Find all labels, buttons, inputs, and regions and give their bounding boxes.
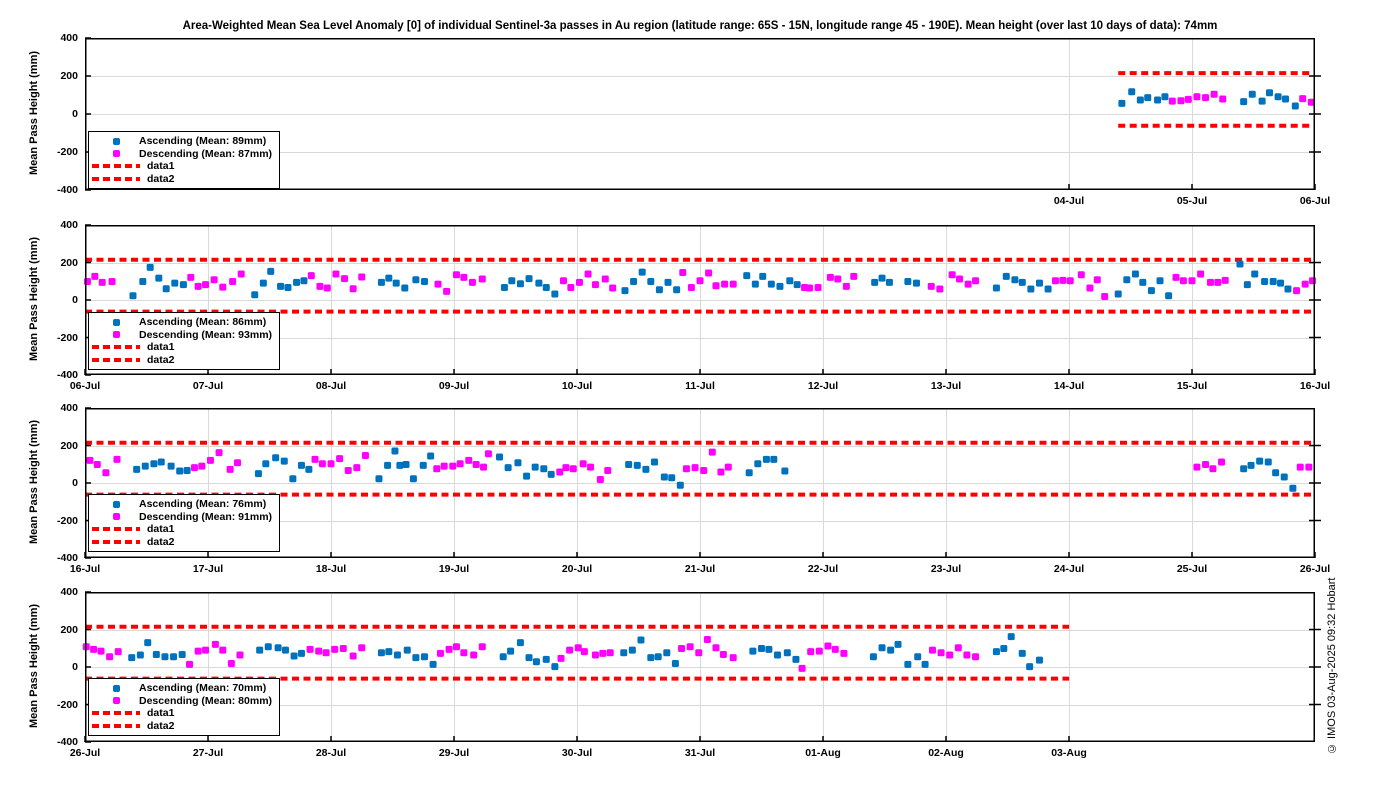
legend-row-descending: Descending (Mean: 80mm)	[89, 695, 279, 708]
x-tick-label: 18-Jul	[315, 563, 347, 575]
x-tick-label: 05-Jul	[1176, 195, 1208, 207]
ascending-marker-swatch	[113, 684, 120, 692]
legend-data2-label: data2	[147, 172, 175, 185]
chart-title: Area-Weighted Mean Sea Level Anomaly [0]…	[182, 20, 1218, 32]
x-tick-label: 30-Jul	[561, 747, 593, 759]
x-tick-label: 13-Jul	[930, 380, 962, 392]
x-tick-label: 01-Aug	[805, 747, 841, 759]
legend-ascending-label: Ascending (Mean: 70mm)	[139, 682, 267, 695]
x-tick-label: 04-Jul	[1053, 195, 1085, 207]
legend-row-data2: data2	[89, 536, 279, 549]
sea-level-anomaly-figure: Area-Weighted Mean Sea Level Anomaly [0]…	[0, 0, 1400, 800]
descending-marker-swatch	[113, 331, 120, 339]
legend-row-data1: data1	[89, 341, 279, 354]
legend-row-data2: data2	[89, 720, 279, 733]
legend-data1-label: data1	[147, 341, 175, 354]
legend-data2-label: data2	[147, 535, 175, 548]
legend-row-data1: data1	[89, 523, 279, 536]
descending-marker-swatch	[113, 150, 120, 158]
x-tick-label: 08-Jul	[315, 380, 347, 392]
x-tick-label: 03-Aug	[1051, 747, 1087, 759]
x-tick-label: 14-Jul	[1053, 380, 1085, 392]
ascending-points	[129, 260, 1292, 300]
x-tick-label: 12-Jul	[807, 380, 839, 392]
x-tick-label: 26-Jul	[69, 747, 101, 759]
data2-line-swatch	[92, 357, 140, 362]
descending-points	[86, 448, 1313, 483]
legend-row-ascending: Ascending (Mean: 76mm)	[89, 498, 279, 511]
x-tick-label: 16-Jul	[69, 563, 101, 575]
ascending-marker-swatch	[113, 500, 120, 508]
legend-descending-label: Descending (Mean: 80mm)	[139, 694, 273, 707]
legend: Ascending (Mean: 76mm) Descending (Mean: …	[88, 494, 280, 552]
data1-line-swatch	[92, 164, 140, 169]
x-tick-label: 06-Jul	[69, 380, 101, 392]
legend: Ascending (Mean: 89mm) Descending (Mean: …	[88, 131, 280, 189]
legend: Ascending (Mean: 86mm) Descending (Mean: …	[88, 312, 280, 370]
data2-line-swatch	[92, 176, 140, 181]
x-tick-label: 29-Jul	[438, 747, 470, 759]
legend: Ascending (Mean: 70mm) Descending (Mean: …	[88, 678, 280, 736]
legend-data2-label: data2	[147, 719, 175, 732]
panel-4: 400 200 0 -200 -400 26-Jul 27-Jul 28-Jul 29-Jul 3…	[0, 586, 1400, 768]
ascending-marker-swatch	[113, 318, 120, 326]
x-tick-label: 21-Jul	[684, 563, 716, 575]
legend-data1-label: data1	[147, 160, 175, 173]
x-tick-label: 10-Jul	[561, 380, 593, 392]
x-tick-label: 28-Jul	[315, 747, 347, 759]
data1-line-swatch	[92, 527, 140, 532]
x-tick-label: 23-Jul	[930, 563, 962, 575]
y-axis-label: Mean Pass Height (mm)	[28, 236, 40, 362]
x-tick-label: 20-Jul	[561, 563, 593, 575]
legend-data2-label: data2	[147, 353, 175, 366]
legend-descending-label: Descending (Mean: 93mm)	[139, 328, 273, 341]
data2-line-swatch	[92, 539, 140, 544]
legend-ascending-label: Ascending (Mean: 86mm)	[139, 316, 267, 329]
x-tick-label: 02-Aug	[928, 747, 964, 759]
legend-row-descending: Descending (Mean: 93mm)	[89, 329, 279, 342]
legend-data1-label: data1	[147, 523, 175, 536]
legend-row-ascending: Ascending (Mean: 86mm)	[89, 316, 279, 329]
data1-line-swatch	[92, 711, 140, 716]
x-tick-label: 15-Jul	[1176, 380, 1208, 392]
legend-ascending-label: Ascending (Mean: 89mm)	[139, 135, 267, 148]
legend-row-data1: data1	[89, 707, 279, 720]
x-tick-label: 16-Jul	[1299, 380, 1331, 392]
x-tick-label: 25-Jul	[1176, 563, 1208, 575]
legend-descending-label: Descending (Mean: 87mm)	[139, 147, 273, 160]
y-axis-label: Mean Pass Height (mm)	[28, 419, 40, 545]
data1-line-swatch	[92, 345, 140, 350]
x-tick-label: 06-Jul	[1299, 195, 1331, 207]
ascending-marker-swatch	[113, 137, 120, 145]
x-tick-label: 07-Jul	[192, 380, 224, 392]
panel-1: 400 200 0 -200 -400 04-Jul 05-Jul 06-Jul Mean Pa…	[0, 32, 1400, 216]
descending-marker-swatch	[113, 513, 120, 521]
watermark-credit: © IMOS 03-Aug-2025 09:32 Hobart	[1326, 577, 1338, 754]
legend-row-data1: data1	[89, 160, 279, 173]
legend-row-descending: Descending (Mean: 91mm)	[89, 511, 279, 524]
legend-row-data2: data2	[89, 354, 279, 367]
descending-points	[82, 635, 980, 672]
panel-3: 400 200 0 -200 -400 16-Jul 17-Jul 18-Jul 19-Jul 2…	[0, 402, 1400, 584]
x-tick-label: 31-Jul	[684, 747, 716, 759]
x-tick-label: 09-Jul	[438, 380, 470, 392]
x-tick-label: 11-Jul	[685, 380, 715, 392]
legend-row-ascending: Ascending (Mean: 70mm)	[89, 682, 279, 695]
legend-ascending-label: Ascending (Mean: 76mm)	[139, 498, 267, 511]
panel-2: 400 200 0 -200 -400 06-Jul 07-Jul 08-Jul 09-Jul 1…	[0, 219, 1400, 401]
data2-line-swatch	[92, 723, 140, 728]
descending-marker-swatch	[113, 697, 120, 705]
legend-data1-label: data1	[147, 707, 175, 720]
legend-row-ascending: Ascending (Mean: 89mm)	[89, 135, 279, 148]
x-tick-label: 24-Jul	[1053, 563, 1085, 575]
x-tick-label: 19-Jul	[438, 563, 470, 575]
x-tick-label: 27-Jul	[192, 747, 224, 759]
legend-row-data2: data2	[89, 173, 279, 186]
legend-descending-label: Descending (Mean: 91mm)	[139, 510, 273, 523]
x-tick-label: 22-Jul	[807, 563, 839, 575]
y-axis-label: Mean Pass Height (mm)	[28, 50, 40, 176]
legend-row-descending: Descending (Mean: 87mm)	[89, 148, 279, 161]
x-tick-label: 17-Jul	[192, 563, 224, 575]
y-axis-label: Mean Pass Height (mm)	[28, 603, 40, 729]
